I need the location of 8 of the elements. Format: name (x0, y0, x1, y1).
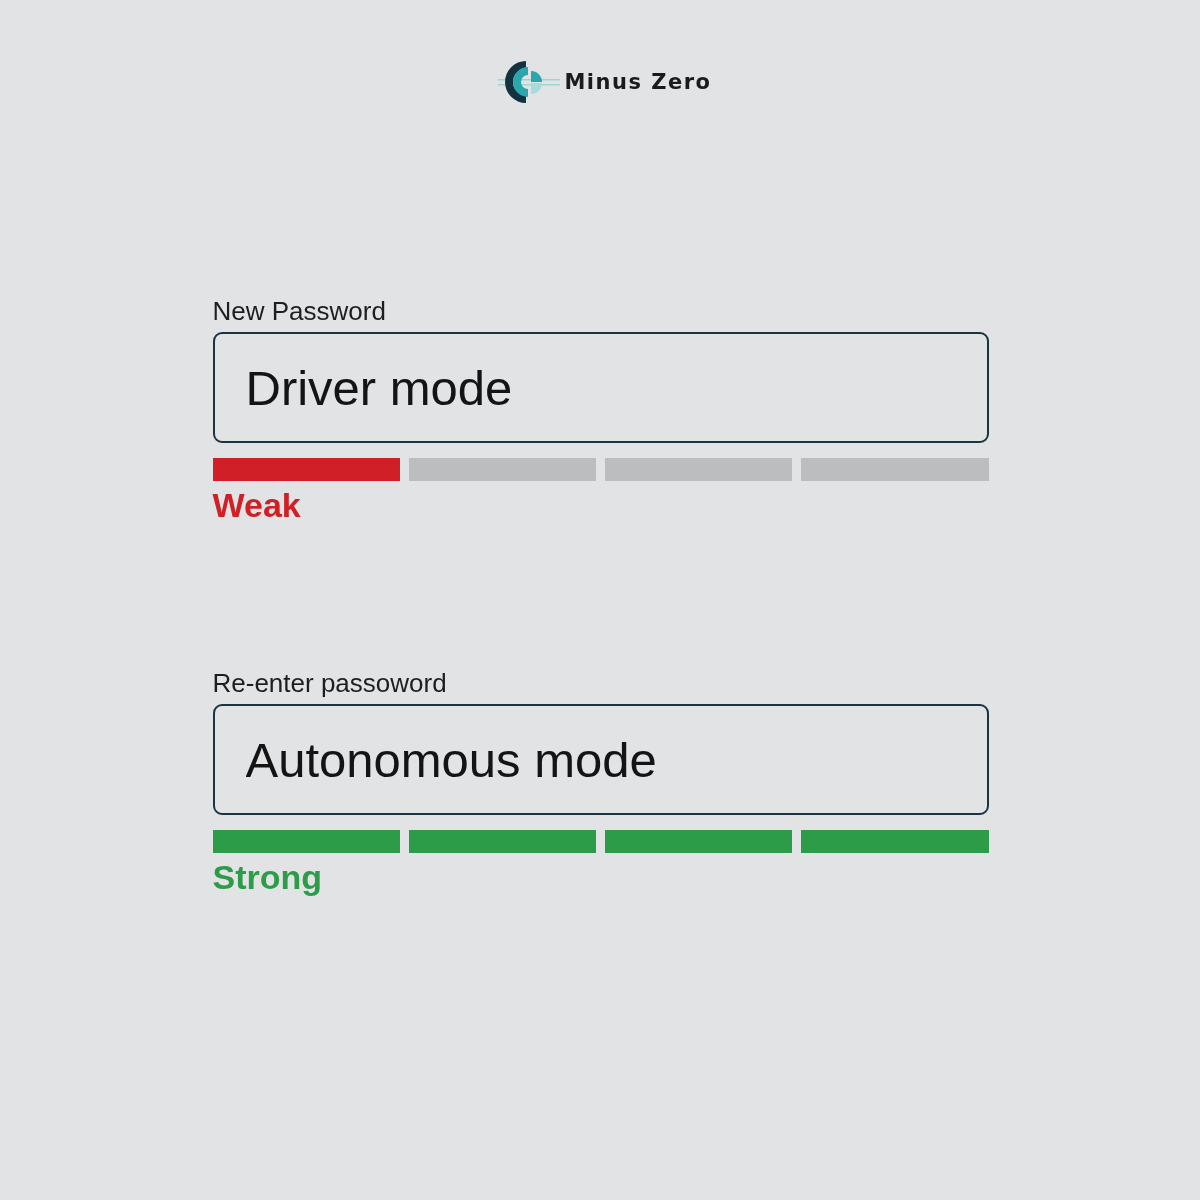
field-label: Re-enter passoword (212, 668, 447, 698)
logo-icon (498, 59, 561, 105)
strength-label: Strong (212, 857, 323, 898)
field-label: New Password (212, 296, 386, 326)
strength-label: Weak (212, 485, 301, 526)
password-field[interactable]: Driver mode (212, 332, 989, 443)
brand-name: Minus Zero (564, 70, 712, 94)
password-field[interactable]: Autonomous mode (212, 704, 989, 815)
